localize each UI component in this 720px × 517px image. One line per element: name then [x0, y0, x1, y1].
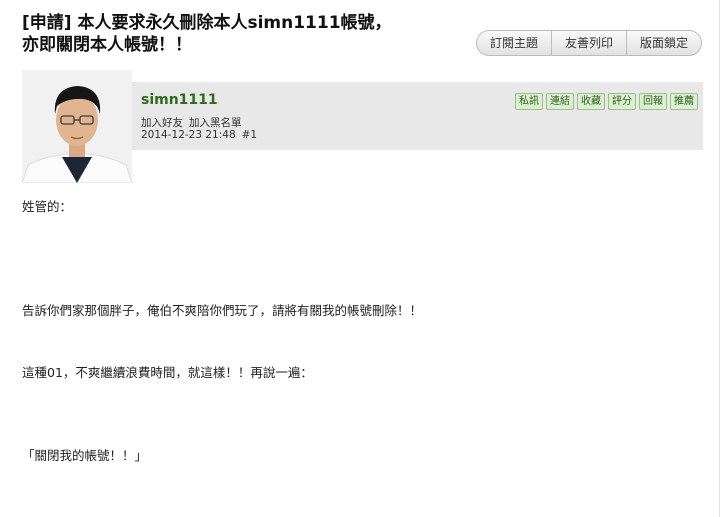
- post-content-line-2: 告訴你們家那個胖子，俺伯不爽陪你們玩了，請將有關我的帳號刪除！！: [22, 303, 423, 318]
- thread-title-line2: 亦即關閉本人帳號！！: [22, 35, 192, 55]
- recommend-button[interactable]: 推薦: [670, 93, 698, 110]
- avatar[interactable]: [22, 70, 132, 183]
- add-friend-link[interactable]: 加入好友: [141, 117, 183, 129]
- post-header: simn1111 加入好友 加入黑名單 2014-12-23 21:48 #1 私訊…: [132, 82, 703, 150]
- favorite-button[interactable]: 收藏: [577, 93, 605, 110]
- post-actions: 私訊 連結 收藏 評分 回報 推薦: [512, 93, 698, 110]
- avatar-image: [22, 70, 132, 183]
- post-content-line-4: 「關閉我的帳號！！」: [22, 448, 148, 463]
- add-blacklist-link[interactable]: 加入黑名單: [189, 117, 242, 129]
- post-floor: #1: [241, 129, 258, 141]
- report-button[interactable]: 回報: [639, 93, 667, 110]
- thread-title: [申請] 本人要求永久刪除本人simn1111帳號， 亦即關閉本人帳號！！: [22, 12, 462, 56]
- layout-lock-button[interactable]: 版面鎖定: [626, 30, 703, 56]
- subscribe-button[interactable]: 訂閱主題: [476, 30, 552, 56]
- user-links: 加入好友 加入黑名單: [141, 115, 248, 130]
- username-link[interactable]: simn1111: [141, 92, 218, 108]
- post-meta: 2014-12-23 21:48 #1: [141, 129, 263, 141]
- rate-button[interactable]: 評分: [608, 93, 636, 110]
- print-button[interactable]: 友善列印: [551, 30, 627, 56]
- post-content-line-1: 姓管的：: [22, 199, 73, 214]
- post-content-line-3: 這種01，不爽繼續浪費時間，就這樣！！再說一遍：: [22, 365, 313, 380]
- post-datetime: 2014-12-23 21:48: [141, 129, 236, 141]
- link-button[interactable]: 連結: [546, 93, 574, 110]
- thread-title-line1: [申請] 本人要求永久刪除本人simn1111帳號，: [22, 13, 392, 33]
- message-button[interactable]: 私訊: [515, 93, 543, 110]
- thread-toolbar: 訂閱主題 友善列印 版面鎖定: [476, 30, 703, 56]
